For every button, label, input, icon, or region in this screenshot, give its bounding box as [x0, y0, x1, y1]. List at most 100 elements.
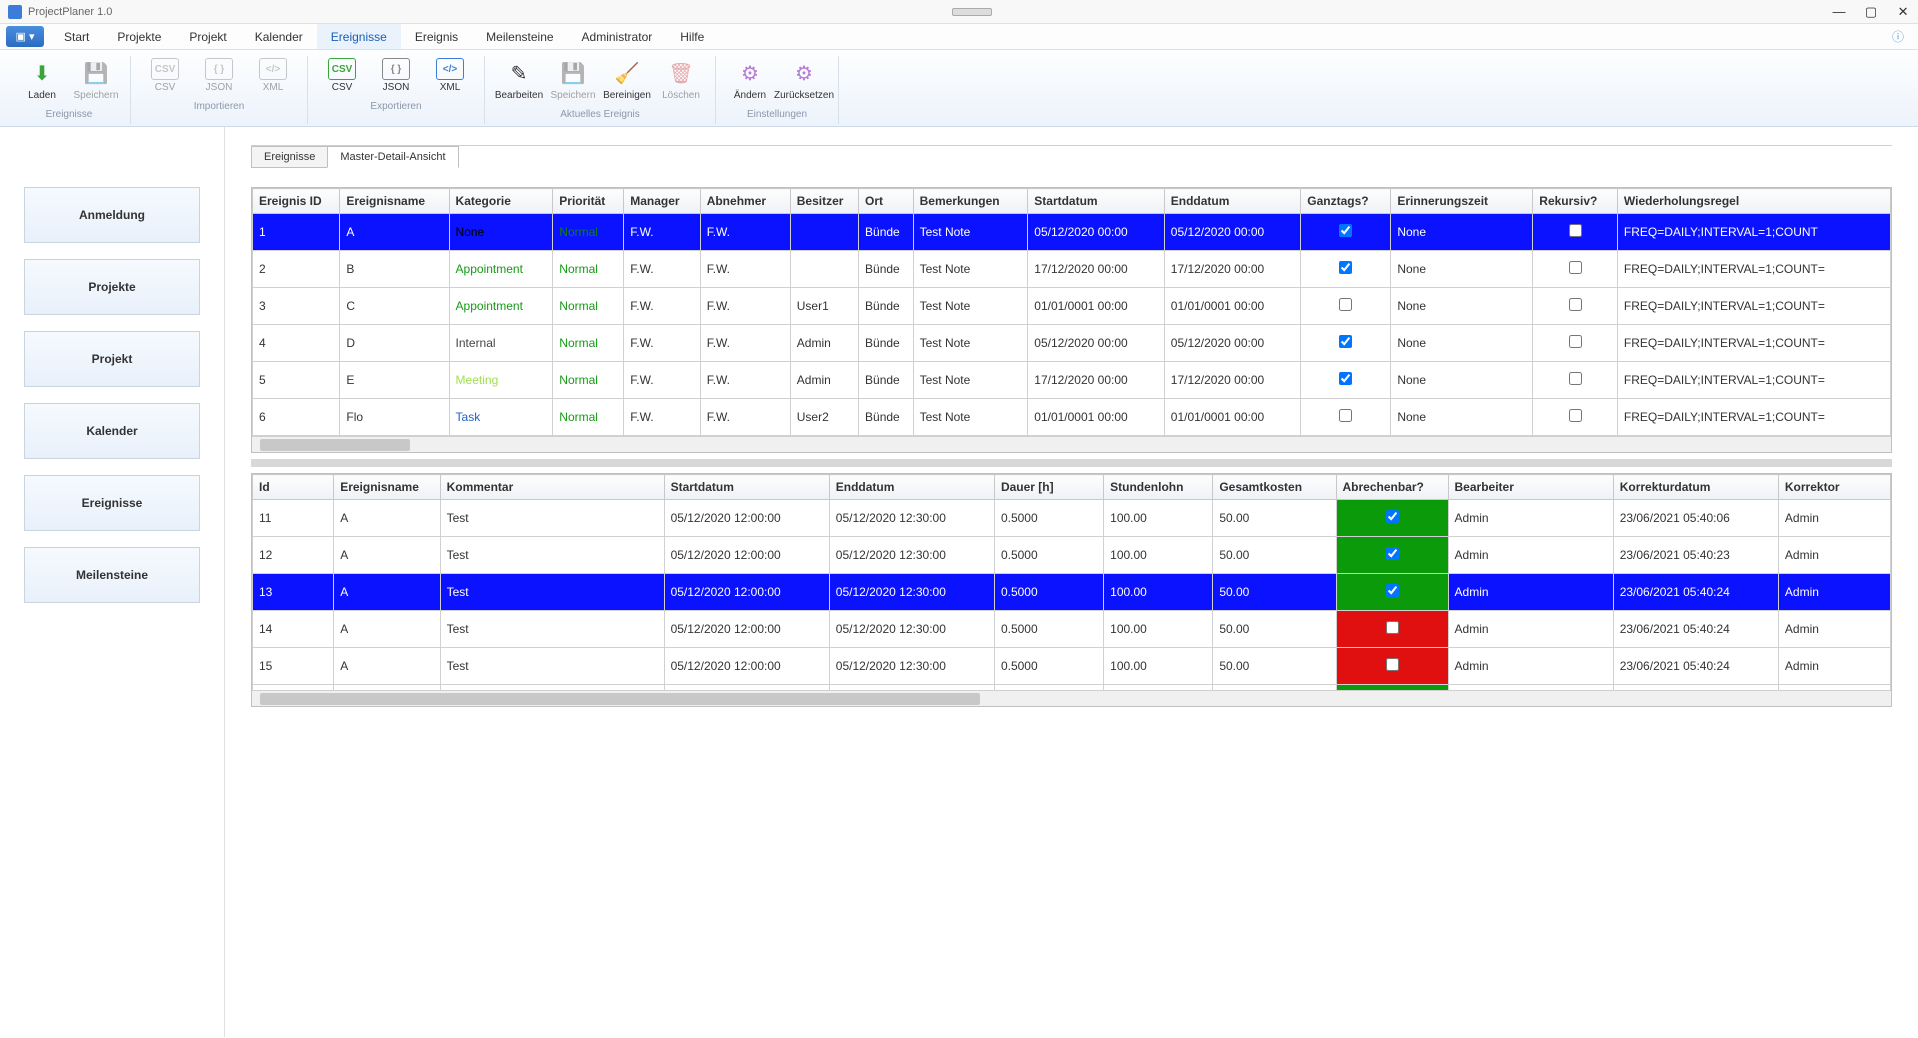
cell[interactable]: User2: [790, 399, 858, 436]
cell[interactable]: 17/12/2020 00:00: [1164, 362, 1301, 399]
ribbon-laden-button[interactable]: ⬇Laden: [18, 56, 66, 103]
cell[interactable]: F.W.: [700, 214, 790, 251]
cell[interactable]: Normal: [553, 251, 624, 288]
cell[interactable]: None: [1391, 325, 1533, 362]
col-header[interactable]: Korrekturdatum: [1613, 475, 1778, 500]
cell[interactable]: Admin: [1448, 648, 1613, 685]
billable-checkbox[interactable]: [1386, 621, 1399, 634]
cell[interactable]: [1336, 537, 1448, 574]
col-header[interactable]: Rekursiv?: [1533, 189, 1618, 214]
cell[interactable]: 100.00: [1104, 537, 1213, 574]
cell[interactable]: 0.5000: [994, 500, 1103, 537]
cell[interactable]: [1336, 500, 1448, 537]
cell[interactable]: FREQ=DAILY;INTERVAL=1;COUNT=: [1617, 325, 1890, 362]
cell[interactable]: [1301, 214, 1391, 251]
cell[interactable]: A: [334, 500, 440, 537]
col-header[interactable]: Ereignisname: [334, 475, 440, 500]
cell[interactable]: Normal: [553, 399, 624, 436]
col-header[interactable]: Wiederholungsregel: [1617, 189, 1890, 214]
cell[interactable]: None: [1391, 251, 1533, 288]
ribbon-bearbeiten-button[interactable]: ✎Bearbeiten: [495, 56, 543, 103]
cell[interactable]: [1533, 399, 1618, 436]
col-header[interactable]: Startdatum: [664, 475, 829, 500]
cell[interactable]: Admin: [1448, 537, 1613, 574]
cell[interactable]: [1301, 362, 1391, 399]
menu-ereignis[interactable]: Ereignis: [401, 24, 472, 49]
cell[interactable]: None: [1391, 288, 1533, 325]
col-header[interactable]: Enddatum: [829, 475, 994, 500]
col-header[interactable]: Enddatum: [1164, 189, 1301, 214]
menu-administrator[interactable]: Administrator: [568, 24, 667, 49]
cell[interactable]: [1533, 325, 1618, 362]
sidebar-item-kalender[interactable]: Kalender: [24, 403, 200, 459]
cell[interactable]: A: [340, 214, 449, 251]
cell[interactable]: F.W.: [624, 325, 700, 362]
cell[interactable]: 05/12/2020 00:00: [1028, 214, 1165, 251]
cell[interactable]: Admin: [1778, 537, 1890, 574]
cell[interactable]: 15: [253, 648, 334, 685]
cell[interactable]: [790, 251, 858, 288]
col-header[interactable]: Id: [253, 475, 334, 500]
detail-hscrollbar[interactable]: [252, 690, 1891, 706]
cell[interactable]: 01/01/0001 00:00: [1028, 288, 1165, 325]
menu-meilensteine[interactable]: Meilensteine: [472, 24, 567, 49]
tab-master-detail-ansicht[interactable]: Master-Detail-Ansicht: [327, 146, 458, 168]
cell[interactable]: A: [334, 611, 440, 648]
table-row[interactable]: 2BAppointmentNormalF.W.F.W.BündeTest Not…: [253, 251, 1891, 288]
cell[interactable]: Admin: [1778, 574, 1890, 611]
checkbox[interactable]: [1339, 372, 1352, 385]
cell[interactable]: F.W.: [700, 251, 790, 288]
checkbox[interactable]: [1339, 261, 1352, 274]
cell[interactable]: None: [1391, 399, 1533, 436]
cell[interactable]: Admin: [1448, 574, 1613, 611]
cell[interactable]: [1301, 399, 1391, 436]
ribbon-exp-csv-button[interactable]: CSVCSV: [318, 56, 366, 95]
sidebar-item-ereignisse[interactable]: Ereignisse: [24, 475, 200, 531]
ribbon-zuruecksetzen-button[interactable]: ⚙Zurücksetzen: [780, 56, 828, 103]
table-row[interactable]: 3CAppointmentNormalF.W.F.W.User1BündeTes…: [253, 288, 1891, 325]
cell[interactable]: Flo: [340, 399, 449, 436]
tab-ereignisse[interactable]: Ereignisse: [251, 146, 328, 168]
cell[interactable]: F.W.: [700, 288, 790, 325]
ribbon-aendern-button[interactable]: ⚙Ändern: [726, 56, 774, 103]
cell[interactable]: Test Note: [913, 251, 1028, 288]
cell[interactable]: FREQ=DAILY;INTERVAL=1;COUNT=: [1617, 399, 1890, 436]
col-header[interactable]: Ereignisname: [340, 189, 449, 214]
table-row[interactable]: 13ATest05/12/2020 12:00:0005/12/2020 12:…: [253, 574, 1891, 611]
events-table[interactable]: Ereignis IDEreignisnameKategoriePrioritä…: [252, 188, 1891, 436]
cell[interactable]: F.W.: [624, 399, 700, 436]
billable-checkbox[interactable]: [1386, 547, 1399, 560]
system-menu-button[interactable]: ▣ ▾: [6, 26, 44, 47]
cell[interactable]: Bünde: [859, 362, 914, 399]
sidebar-item-projekte[interactable]: Projekte: [24, 259, 200, 315]
cell[interactable]: 100.00: [1104, 611, 1213, 648]
menu-kalender[interactable]: Kalender: [241, 24, 317, 49]
billable-checkbox[interactable]: [1386, 584, 1399, 597]
cell[interactable]: C: [340, 288, 449, 325]
cell[interactable]: User1: [790, 288, 858, 325]
cell[interactable]: 05/12/2020 12:30:00: [829, 611, 994, 648]
cell[interactable]: Normal: [553, 214, 624, 251]
ribbon-exp-xml-button[interactable]: </>XML: [426, 56, 474, 95]
detail-table[interactable]: IdEreignisnameKommentarStartdatumEnddatu…: [252, 474, 1891, 690]
cell[interactable]: [790, 214, 858, 251]
cell[interactable]: 05/12/2020 12:00:00: [664, 648, 829, 685]
checkbox[interactable]: [1339, 335, 1352, 348]
cell[interactable]: Normal: [553, 288, 624, 325]
minimize-button[interactable]: —: [1832, 4, 1846, 20]
cell[interactable]: 23/06/2021 05:40:24: [1613, 574, 1778, 611]
cell[interactable]: F.W.: [700, 325, 790, 362]
maximize-button[interactable]: ▢: [1864, 4, 1878, 20]
billable-checkbox[interactable]: [1386, 658, 1399, 671]
cell[interactable]: E: [340, 362, 449, 399]
cell[interactable]: 0.5000: [994, 611, 1103, 648]
cell[interactable]: Meeting: [449, 362, 553, 399]
menu-projekte[interactable]: Projekte: [103, 24, 175, 49]
cell[interactable]: 11: [253, 500, 334, 537]
cell[interactable]: 0.5000: [994, 537, 1103, 574]
cell[interactable]: Normal: [553, 325, 624, 362]
cell[interactable]: 50.00: [1213, 648, 1336, 685]
cell[interactable]: 05/12/2020 12:30:00: [829, 537, 994, 574]
cell[interactable]: F.W.: [700, 399, 790, 436]
table-row[interactable]: 14ATest05/12/2020 12:00:0005/12/2020 12:…: [253, 611, 1891, 648]
